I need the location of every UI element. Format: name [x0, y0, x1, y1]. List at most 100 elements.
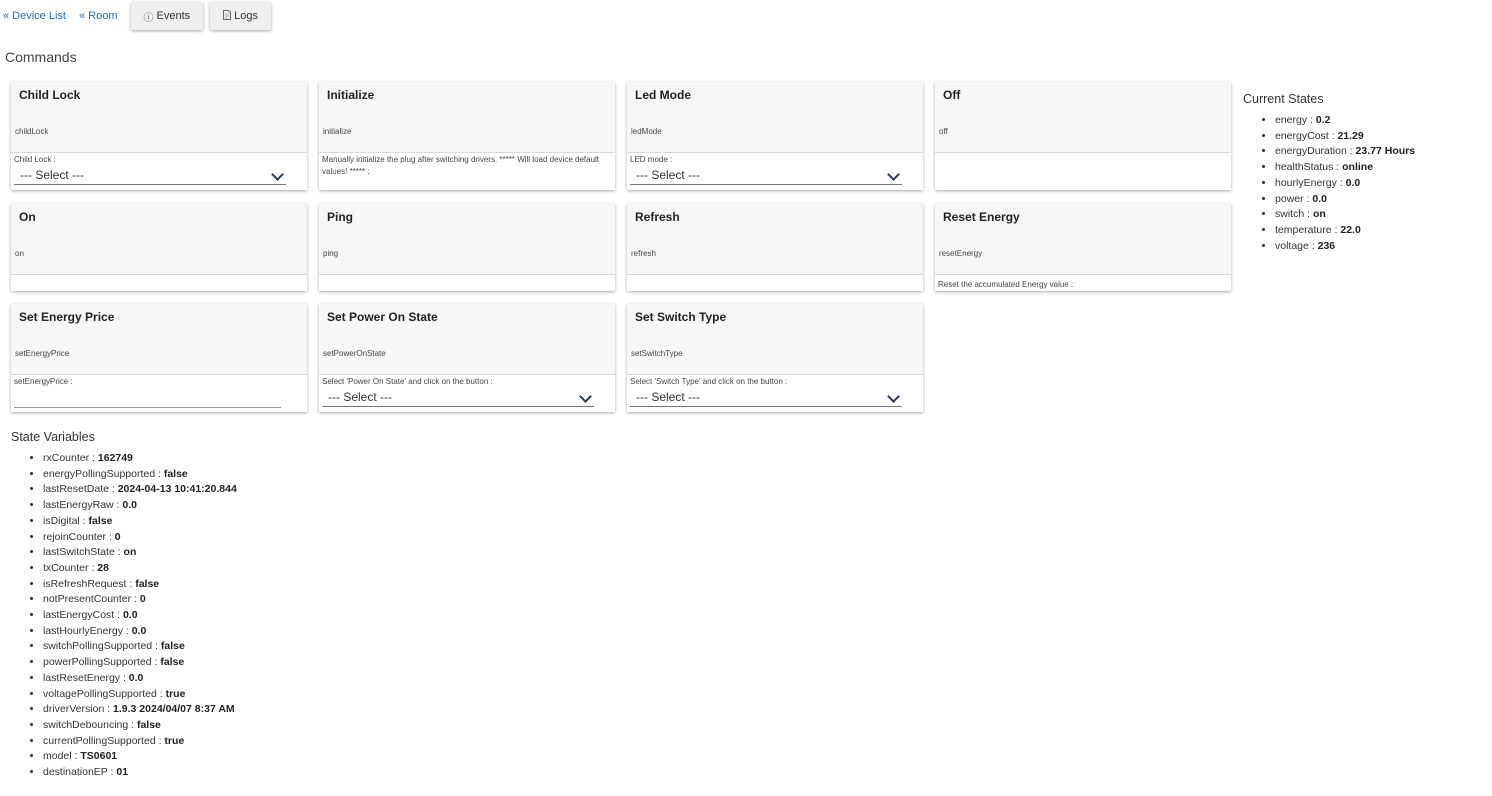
- logs-button-label: Logs: [234, 10, 259, 22]
- state-item: energyCost : 21.29: [1275, 129, 1415, 145]
- command-button-initialize[interactable]: Initialize initialize: [319, 82, 615, 153]
- state-value: false: [160, 656, 185, 669]
- switch-type-select[interactable]: --- Select ---: [630, 387, 902, 407]
- state-key: switchPollingSupported :: [43, 640, 161, 653]
- state-item: power : 0.0: [1275, 192, 1415, 208]
- state-value: 2024-04-13 10:41:20.844: [117, 483, 237, 496]
- command-button-child-lock[interactable]: Child Lock childLock: [11, 82, 307, 153]
- state-key: lastResetDate :: [43, 483, 118, 496]
- power-on-state-select[interactable]: --- Select ---: [322, 387, 594, 407]
- state-item: txCounter : 28: [43, 561, 237, 577]
- state-item: lastEnergyRaw : 0.0: [43, 498, 237, 514]
- state-item: lastResetDate : 2024-04-13 10:41:20.844: [43, 482, 237, 498]
- param-label: Manually initialize the plug after switc…: [322, 155, 600, 176]
- state-item: rejoinCounter : 0: [43, 530, 237, 546]
- state-value: on: [1312, 208, 1326, 221]
- command-title: Refresh: [635, 210, 680, 224]
- state-item: notPresentCounter : 0: [43, 592, 237, 608]
- state-key: switchDebouncing :: [43, 718, 137, 731]
- state-value: 23.77 Hours: [1355, 145, 1416, 158]
- command-card-set-switch-type: Set Switch Type setSwitchType Select 'Sw…: [627, 304, 923, 412]
- state-item: lastEnergyCost : 0.0: [43, 608, 237, 624]
- command-button-off[interactable]: Off off: [935, 82, 1231, 153]
- command-card-initialize: Initialize initialize Manually initializ…: [319, 82, 615, 190]
- state-key: lastSwitchState :: [43, 546, 124, 559]
- command-name: ledMode: [631, 127, 662, 136]
- state-key: powerPollingSupported :: [43, 656, 161, 669]
- state-item: model : TS0601: [43, 749, 237, 765]
- state-value: 01: [116, 766, 129, 779]
- state-value: 0.0: [1345, 176, 1361, 189]
- state-key: switch :: [1275, 208, 1313, 221]
- state-value: false: [160, 640, 185, 653]
- state-item: hourlyEnergy : 0.0: [1275, 176, 1415, 192]
- energy-price-input[interactable]: [14, 387, 281, 408]
- command-title: Set Energy Price: [19, 310, 115, 324]
- led-mode-select[interactable]: --- Select ---: [630, 165, 902, 185]
- state-value: on: [123, 546, 137, 559]
- state-key: hourlyEnergy :: [1275, 176, 1346, 189]
- command-name: initialize: [323, 127, 352, 136]
- state-variables-list: rxCounter : 162749energyPollingSupported…: [11, 451, 237, 781]
- command-card-off: Off off: [935, 82, 1231, 190]
- state-key: lastHourlyEnergy :: [43, 624, 132, 637]
- command-card-reset-energy: Reset Energy resetEnergy Reset the accum…: [935, 204, 1231, 291]
- chevron-down-icon: [887, 390, 900, 403]
- state-value: 21.29: [1337, 129, 1364, 142]
- command-title: Initialize: [327, 88, 375, 102]
- state-item: currentPollingSupported : true: [43, 734, 237, 750]
- state-variables-title: State Variables: [11, 430, 95, 444]
- command-button-set-switch-type[interactable]: Set Switch Type setSwitchType: [627, 304, 923, 375]
- state-value: TS0601: [80, 750, 118, 763]
- command-name: off: [939, 127, 948, 136]
- command-card-ping: Ping ping: [319, 204, 615, 291]
- state-item: powerPollingSupported : false: [43, 655, 237, 671]
- command-button-set-power-on-state[interactable]: Set Power On State setPowerOnState: [319, 304, 615, 375]
- command-name: on: [15, 249, 24, 258]
- state-key: energyCost :: [1275, 129, 1338, 142]
- command-name: setEnergyPrice: [15, 349, 70, 358]
- state-key: model :: [43, 750, 81, 763]
- command-card-refresh: Refresh refresh: [627, 204, 923, 291]
- state-item: switchDebouncing : false: [43, 718, 237, 734]
- command-button-on[interactable]: On on: [11, 204, 307, 275]
- command-name: refresh: [631, 249, 656, 258]
- chevron-down-icon: [579, 390, 592, 403]
- command-button-ping[interactable]: Ping ping: [319, 204, 615, 275]
- chevron-down-icon: [887, 168, 900, 181]
- child-lock-select[interactable]: --- Select ---: [14, 165, 286, 185]
- state-value: false: [88, 514, 113, 527]
- state-value: 0: [139, 593, 146, 606]
- command-button-reset-energy[interactable]: Reset Energy resetEnergy: [935, 204, 1231, 275]
- current-states-list: energy : 0.2energyCost : 21.29energyDura…: [1243, 113, 1415, 254]
- command-button-set-energy-price[interactable]: Set Energy Price setEnergyPrice: [11, 304, 307, 375]
- device-list-link[interactable]: « Device List: [3, 10, 66, 22]
- state-value: 162749: [97, 452, 133, 464]
- state-value: 1.9.3 2024/04/07 8:37 AM: [113, 703, 235, 716]
- select-value: --- Select ---: [20, 168, 84, 182]
- chevron-down-icon: [271, 168, 284, 181]
- state-item: lastHourlyEnergy : 0.0: [43, 624, 237, 640]
- command-name: ping: [323, 249, 339, 258]
- state-item: switch : on: [1275, 207, 1415, 223]
- events-button[interactable]: ⓘ Events: [130, 2, 204, 30]
- room-link[interactable]: « Room: [79, 10, 118, 22]
- state-value: 0.2: [1315, 114, 1331, 126]
- state-key: energy :: [1275, 114, 1316, 126]
- command-card-set-energy-price: Set Energy Price setEnergyPrice setEnerg…: [11, 304, 307, 412]
- command-button-refresh[interactable]: Refresh refresh: [627, 204, 923, 275]
- state-value: 0.0: [128, 671, 144, 684]
- document-icon: [223, 9, 232, 23]
- state-key: notPresentCounter :: [43, 593, 140, 606]
- state-key: lastResetEnergy :: [43, 671, 129, 684]
- command-title: Set Power On State: [327, 310, 438, 324]
- state-value: online: [1342, 161, 1374, 174]
- command-card-set-power-on-state: Set Power On State setPowerOnState Selec…: [319, 304, 615, 412]
- current-states-title: Current States: [1243, 92, 1324, 106]
- state-key: isDigital :: [43, 514, 89, 527]
- events-button-label: Events: [156, 10, 191, 22]
- command-button-led-mode[interactable]: Led Mode ledMode: [627, 82, 923, 153]
- logs-button[interactable]: Logs: [210, 2, 272, 30]
- state-value: false: [136, 718, 161, 731]
- state-value: true: [164, 734, 185, 747]
